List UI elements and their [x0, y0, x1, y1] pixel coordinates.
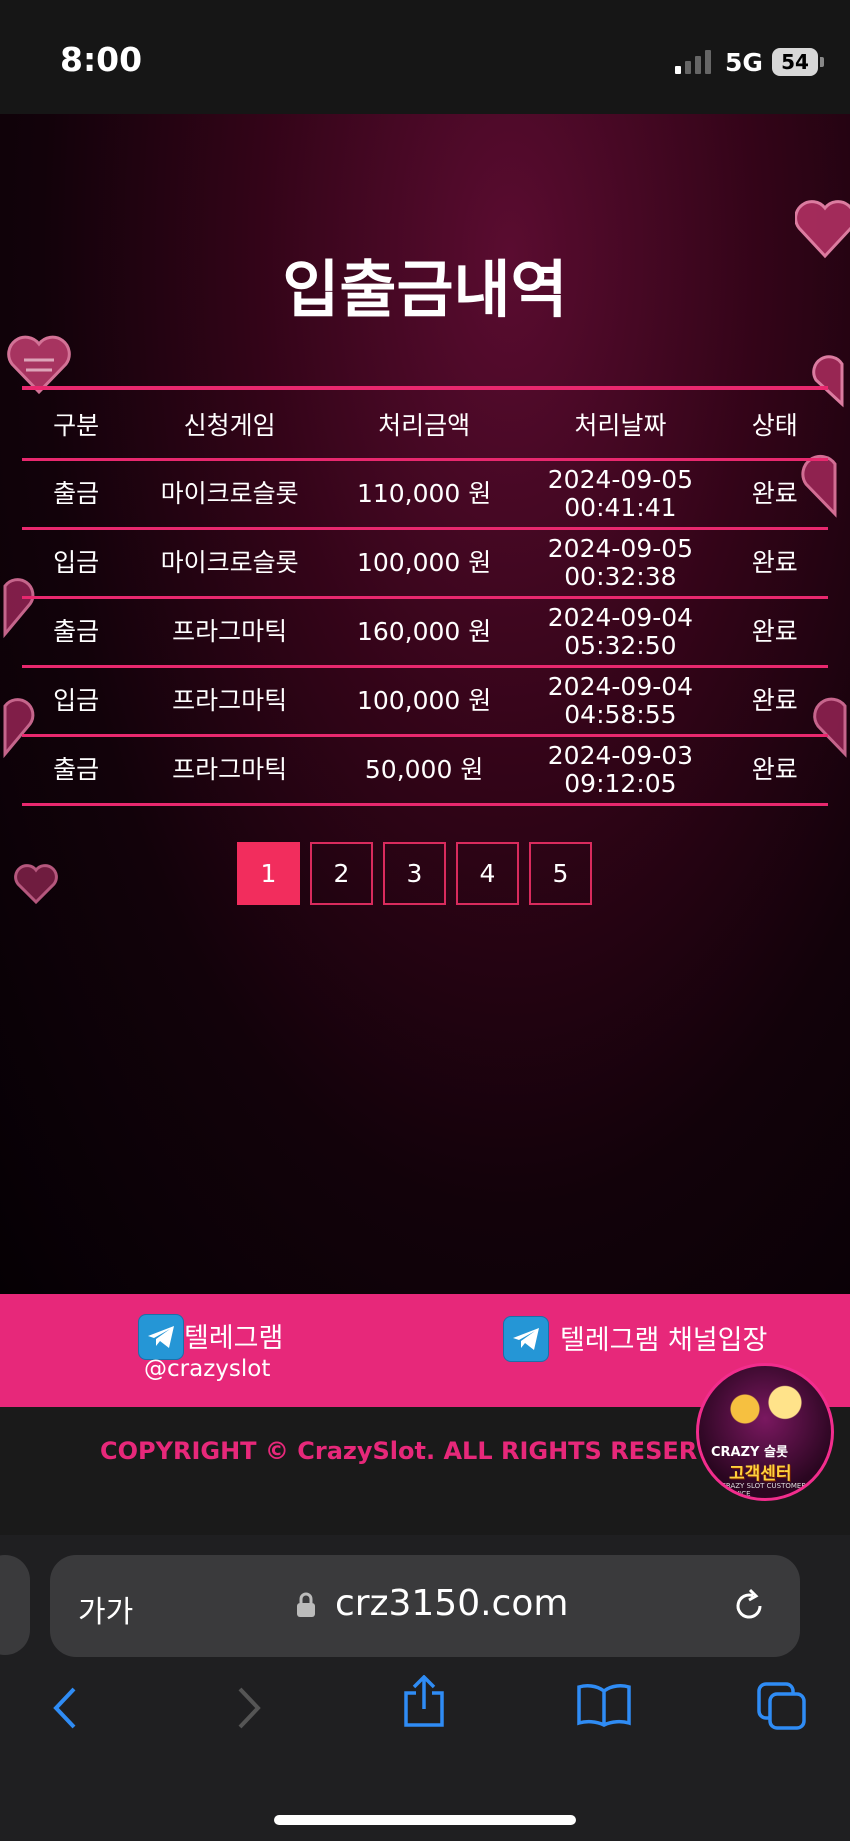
copyright-text: COPYRIGHT © CrazySlot. ALL RIGHTS RESERV…	[100, 1437, 700, 1465]
time-text: 00:32:38	[564, 562, 677, 591]
cell-type: 출금	[22, 735, 131, 806]
cell-game: 프라그마틱	[130, 666, 329, 737]
page-button-3[interactable]: 3	[383, 842, 446, 905]
table-row: 입금 프라그마틱 100,000 원 2024-09-04 04:58:55 완료	[22, 666, 828, 737]
cell-type: 입금	[22, 528, 131, 599]
badge-subtitle: CRAZY SLOT CUSTOMER SERVICE	[721, 1482, 807, 1498]
back-icon[interactable]	[50, 1685, 80, 1731]
home-indicator	[274, 1815, 576, 1825]
pagination: 1 2 3 4 5	[237, 842, 592, 905]
url-text: crz3150.com	[335, 1583, 569, 1624]
date-text: 2024-09-05	[547, 534, 694, 563]
cell-amount: 110,000 원	[328, 459, 520, 530]
transaction-table: 구분 신청게임 처리금액 처리날짜 상태 출금 마이크로슬롯 110,000 원…	[22, 386, 828, 806]
customer-service-button[interactable]: CRAZY 슬롯 고객센터 CRAZY SLOT CUSTOMER SERVIC…	[696, 1363, 834, 1501]
table-row: 출금 마이크로슬롯 110,000 원 2024-09-05 00:41:41 완…	[22, 459, 828, 530]
cell-status: 완료	[721, 597, 828, 668]
forward-icon[interactable]	[234, 1685, 264, 1731]
cell-type: 입금	[22, 666, 131, 737]
telegram-label: 텔레그램	[184, 1323, 284, 1354]
date-text: 2024-09-05	[547, 465, 694, 494]
cell-amount: 100,000 원	[328, 666, 520, 737]
cell-amount: 160,000 원	[328, 597, 520, 668]
cell-status: 완료	[721, 528, 828, 599]
cell-type: 출금	[22, 459, 131, 530]
main-content: 입출금내역 구분 신청게임 처리금액 처리날짜 상태 출금 마이크로슬롯 110…	[0, 114, 850, 1294]
table-header-row: 구분 신청게임 처리금액 처리날짜 상태	[22, 388, 828, 461]
cell-game: 프라그마틱	[130, 735, 329, 806]
page-button-4[interactable]: 4	[456, 842, 519, 905]
cell-date: 2024-09-05 00:41:41	[519, 459, 722, 530]
badge-brand: CRAZY 슬롯	[711, 1445, 788, 1460]
table-row: 출금 프라그마틱 50,000 원 2024-09-03 09:12:05 완료	[22, 735, 828, 806]
cell-status: 완료	[721, 666, 828, 737]
address-bar[interactable]: 가가 crz3150.com	[50, 1555, 800, 1657]
telegram-channel-label: 텔레그램 채널입장	[560, 1325, 768, 1356]
browser-toolbar: 가가 crz3150.com	[0, 1535, 850, 1841]
header-type: 구분	[22, 388, 131, 461]
time-text: 00:41:41	[564, 493, 677, 522]
time-text: 05:32:50	[564, 631, 677, 660]
mascot-image	[715, 1376, 815, 1442]
badge-title: 고객센터	[729, 1464, 792, 1484]
telegram-icon	[503, 1316, 549, 1362]
heart-decoration-icon	[14, 864, 58, 905]
cell-amount: 100,000 원	[328, 528, 520, 599]
cell-date: 2024-09-04 05:32:50	[519, 597, 722, 668]
cell-status: 완료	[721, 459, 828, 530]
cell-date: 2024-09-05 00:32:38	[519, 528, 722, 599]
page-title: 입출금내역	[282, 253, 568, 326]
cell-status: 완료	[721, 735, 828, 806]
cell-date: 2024-09-03 09:12:05	[519, 735, 722, 806]
date-text: 2024-09-03	[547, 741, 694, 770]
battery-icon: 54	[772, 48, 824, 76]
status-time: 8:00	[60, 40, 143, 79]
table-row: 입금 마이크로슬롯 100,000 원 2024-09-05 00:32:38 완…	[22, 528, 828, 599]
lock-icon	[297, 1592, 315, 1617]
time-text: 09:12:05	[564, 769, 677, 798]
header-game: 신청게임	[130, 388, 329, 461]
previous-tab-edge[interactable]	[0, 1555, 30, 1655]
header-status: 상태	[721, 388, 828, 461]
status-bar: 8:00 5G 54	[0, 0, 850, 114]
cell-amount: 50,000 원	[328, 735, 520, 806]
date-text: 2024-09-04	[547, 603, 694, 632]
cell-game: 마이크로슬롯	[130, 528, 329, 599]
share-icon[interactable]	[402, 1675, 446, 1729]
page-button-1[interactable]: 1	[237, 842, 300, 905]
telegram-icon	[138, 1314, 184, 1360]
cell-game: 마이크로슬롯	[130, 459, 329, 530]
cell-date: 2024-09-04 04:58:55	[519, 666, 722, 737]
date-text: 2024-09-04	[547, 672, 694, 701]
reload-icon[interactable]	[730, 1587, 768, 1625]
cell-type: 출금	[22, 597, 131, 668]
header-amount: 처리금액	[328, 388, 520, 461]
telegram-handle: @crazyslot	[144, 1356, 271, 1382]
table-row: 출금 프라그마틱 160,000 원 2024-09-04 05:32:50 완료	[22, 597, 828, 668]
header-date: 처리날짜	[519, 388, 722, 461]
page-button-2[interactable]: 2	[310, 842, 373, 905]
signal-icon	[675, 50, 715, 74]
page-button-5[interactable]: 5	[529, 842, 592, 905]
bookmarks-icon[interactable]	[576, 1683, 632, 1727]
tabs-icon[interactable]	[756, 1681, 808, 1731]
time-text: 04:58:55	[564, 700, 677, 729]
network-label: 5G	[725, 48, 763, 77]
cell-game: 프라그마틱	[130, 597, 329, 668]
text-size-button[interactable]: 가가	[78, 1587, 133, 1631]
